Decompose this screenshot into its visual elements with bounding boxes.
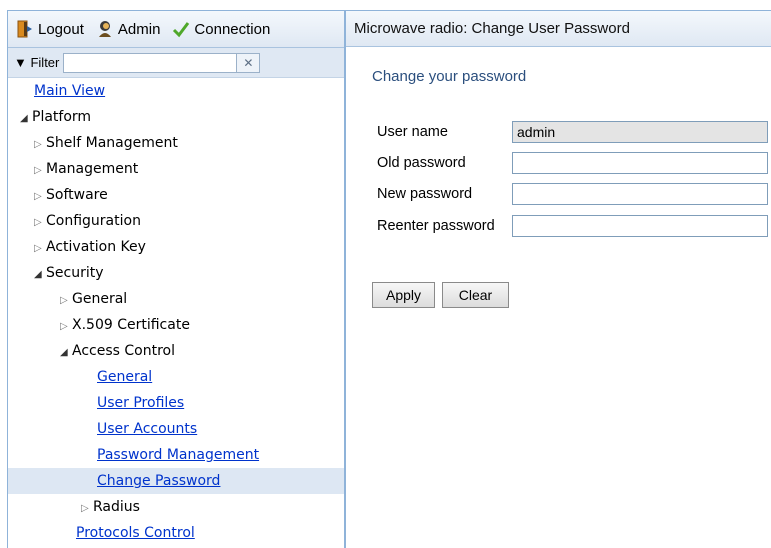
tree-label-software: Software [46,187,108,203]
tree-item-software[interactable]: ▷ Software [8,182,344,208]
collapsed-arrow-icon[interactable]: ▷ [34,210,46,236]
tree-link-user-profiles[interactable]: User Profiles [97,395,184,411]
tree-item-security[interactable]: ◢ Security [8,260,344,286]
collapsed-arrow-icon[interactable]: ▷ [34,158,46,184]
expanded-arrow-icon[interactable]: ◢ [60,340,72,366]
admin-label: Admin [117,20,161,38]
tree-item-user-accounts[interactable]: User Accounts [8,416,344,442]
tree-item-x509-certificate[interactable]: ▷ X.509 Certificate [8,312,344,338]
content-panel: Microwave radio: Change User Password Ch… [345,10,771,548]
tree-label-configuration: Configuration [46,213,141,229]
tree-item-management[interactable]: ▷ Management [8,156,344,182]
collapsed-arrow-icon[interactable]: ▷ [60,314,72,340]
new-password-row: New password [377,182,512,206]
tree-item-ac-general[interactable]: General [8,364,344,390]
tree-label-access-control: Access Control [72,343,175,359]
reenter-password-label: Reenter password [377,218,495,234]
tree-item-user-profiles[interactable]: User Profiles [8,390,344,416]
old-password-field[interactable] [512,152,768,174]
old-password-label: Old password [377,155,466,171]
clear-button[interactable]: Clear [442,282,509,308]
new-password-label: New password [377,186,473,202]
filter-clear-icon[interactable]: ✕ [237,52,261,73]
old-password-row: Old password [377,151,512,175]
tree-link-password-management[interactable]: Password Management [97,447,259,463]
tree-link-general[interactable]: General [97,369,152,385]
navigation-panel: Logout Admin Connection ▼ Filter ✕ Main … [7,10,345,548]
section-title: Change your password [372,68,527,85]
new-password-field[interactable] [512,183,768,205]
tree-label-management: Management [46,161,139,177]
reenter-password-row: Reenter password [377,214,512,238]
collapsed-arrow-icon[interactable]: ▷ [34,132,46,158]
tree-item-protocols-control[interactable]: Protocols Control [8,520,344,546]
logout-label: Logout [38,20,84,38]
tree-item-password-management[interactable]: Password Management [8,442,344,468]
filter-bar: ▼ Filter ✕ [8,48,344,78]
tree-link-main-view[interactable]: Main View [34,83,105,99]
tree-item-configuration[interactable]: ▷ Configuration [8,208,344,234]
collapsed-arrow-icon[interactable]: ▷ [34,236,46,262]
tree-item-change-password[interactable]: Change Password [8,468,344,494]
tree-label-security: Security [46,265,104,281]
apply-button[interactable]: Apply [372,282,435,308]
tree-item-general[interactable]: ▷ General [8,286,344,312]
user-name-row: User name [377,120,512,144]
tree-label-shelf-management: Shelf Management [46,135,178,151]
tree-label-activation-key: Activation Key [46,239,146,255]
filter-input[interactable] [63,52,238,73]
filter-label[interactable]: ▼ Filter [14,55,59,70]
logout-button[interactable]: Logout [16,20,84,38]
tree-item-platform[interactable]: ◢ Platform [8,104,344,130]
tree-label-general: General [72,291,128,307]
user-name-label: User name [377,124,448,140]
expanded-arrow-icon[interactable]: ◢ [20,106,32,132]
user-name-field: admin [512,121,768,143]
tree-item-shelf-management[interactable]: ▷ Shelf Management [8,130,344,156]
tree-label-platform: Platform [32,109,92,125]
navigation-tree: Main View ◢ Platform ▷ Shelf Management ▷ M… [8,78,344,546]
tree-item-main-view[interactable]: Main View [8,78,344,104]
tree-link-user-accounts[interactable]: User Accounts [97,421,197,437]
tree-item-access-control[interactable]: ◢ Access Control [8,338,344,364]
connection-button[interactable]: Connection [172,20,270,38]
expanded-arrow-icon[interactable]: ◢ [34,262,46,288]
logout-icon [16,20,34,38]
tree-item-activation-key[interactable]: ▷ Activation Key [8,234,344,260]
tree-label-radius: Radius [93,499,140,515]
collapsed-arrow-icon[interactable]: ▷ [34,184,46,210]
tree-item-radius[interactable]: ▷ Radius [8,494,344,520]
connection-label: Connection [194,20,271,38]
collapsed-arrow-icon[interactable]: ▷ [60,288,72,314]
admin-button[interactable]: Admin [96,20,161,38]
checkmark-icon [172,20,190,38]
tree-link-protocols-control[interactable]: Protocols Control [76,525,195,541]
tree-link-change-password[interactable]: Change Password [97,473,220,489]
page-title: Microwave radio: Change User Password [346,10,771,47]
top-toolbar: Logout Admin Connection [8,11,344,48]
user-icon [96,20,114,38]
reenter-password-field[interactable] [512,215,768,237]
collapsed-arrow-icon[interactable]: ▷ [81,496,93,522]
tree-label-x509-certificate: X.509 Certificate [72,317,190,333]
